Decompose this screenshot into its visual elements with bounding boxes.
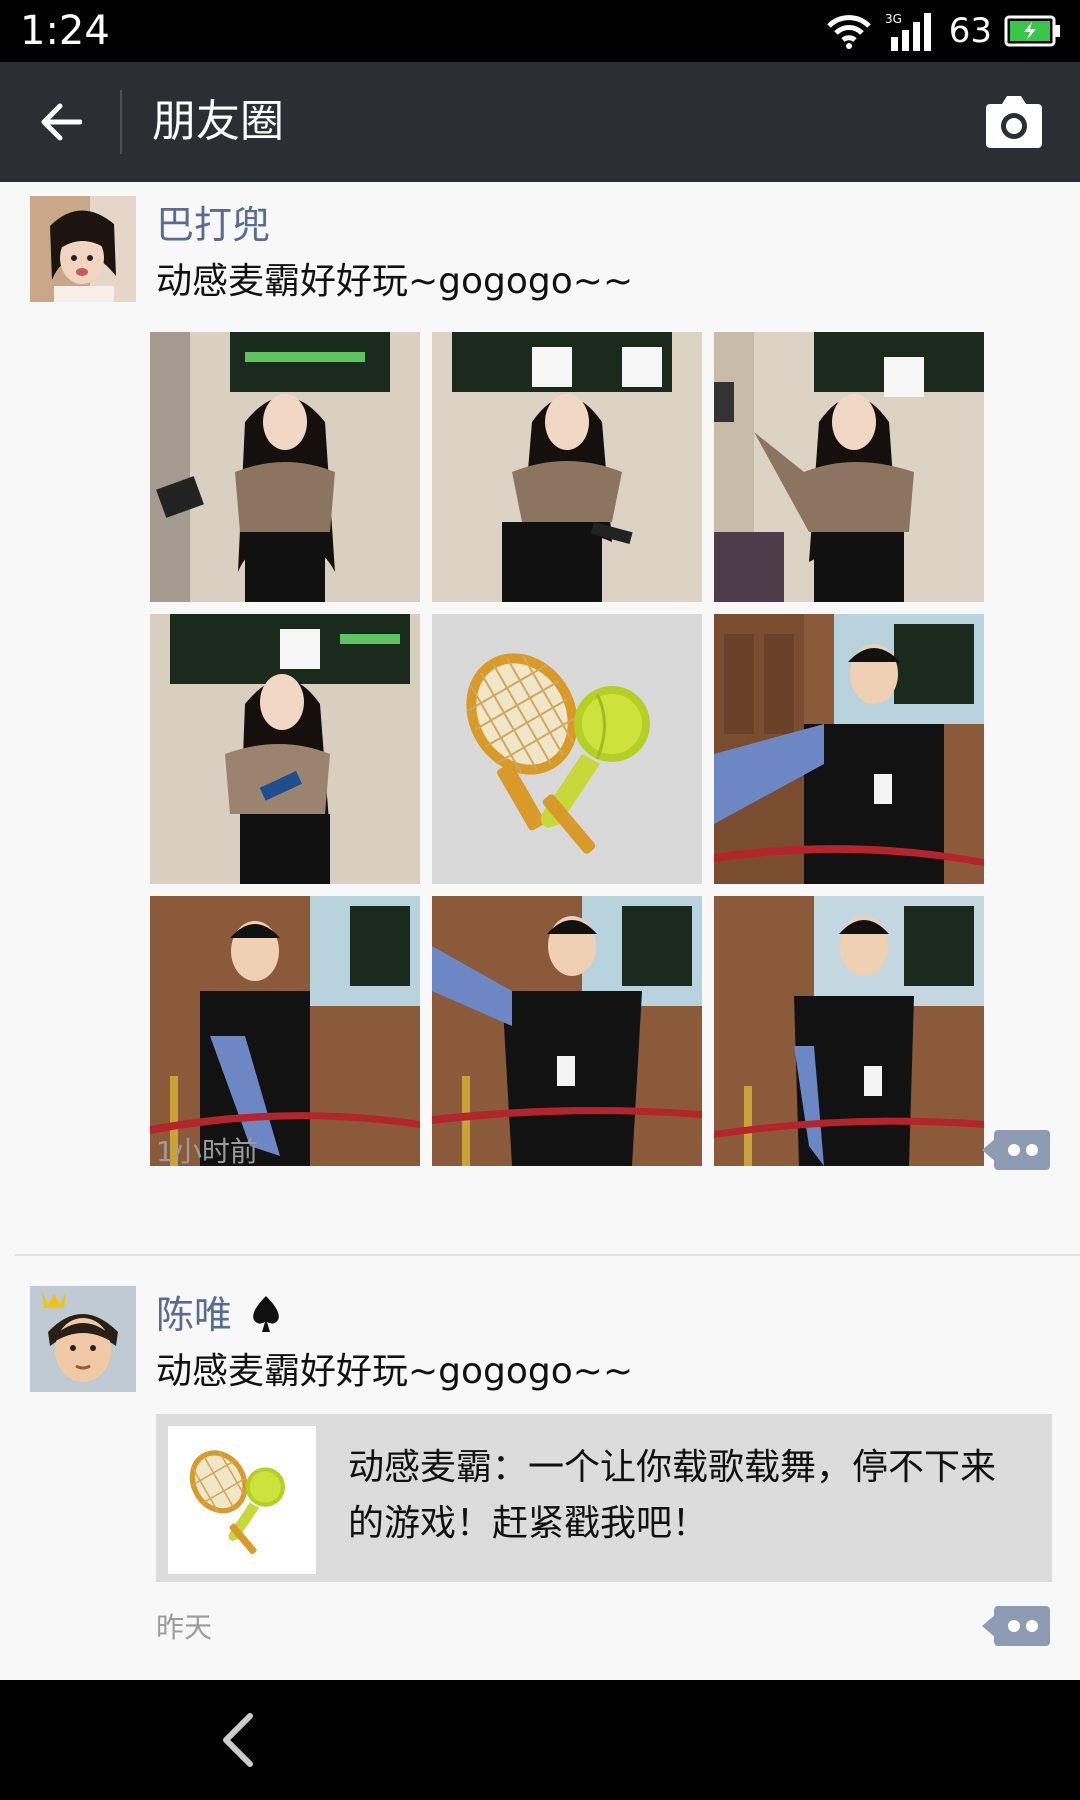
photo-grid [150, 332, 984, 1166]
camera-icon [986, 96, 1042, 148]
avatar[interactable] [30, 196, 136, 302]
status-icons: 3G 63 [825, 8, 1062, 54]
post-item: 巴打兜 动感麦霸好好玩~gogogo~~ 1小时前 [0, 182, 1080, 1272]
photo-thumbnail[interactable] [432, 332, 702, 602]
photo-thumbnail[interactable] [150, 896, 420, 1166]
racket-microphone-icon [189, 1450, 286, 1555]
post-author-name-text: 陈唯 [156, 1293, 233, 1337]
shared-link-card[interactable]: 动感麦霸：一个让你载歌载舞，停不下来的游戏！赶紧戳我吧！ [156, 1414, 1052, 1582]
post-timestamp: 昨天 [156, 1611, 213, 1644]
wifi-icon [826, 15, 871, 49]
post-item: 陈唯 动感麦霸好好玩~gogogo~~ 动感麦霸：一个让你载歌载舞，停不下来的游… [0, 1272, 1080, 1680]
battery-icon [1004, 15, 1060, 47]
shared-link-thumbnail [168, 1426, 316, 1574]
post-text: 动感麦霸好好玩~gogogo~~ [156, 261, 634, 302]
system-nav-bar [0, 1680, 1080, 1800]
signal-icon: 3G [885, 12, 931, 51]
racket-microphone-icon [432, 614, 702, 884]
photo-thumbnail[interactable] [150, 614, 420, 884]
post-author-name[interactable]: 陈唯 [156, 1290, 284, 1340]
battery-level: 63 [948, 11, 992, 51]
spade-icon [253, 1296, 279, 1332]
back-button[interactable] [28, 92, 92, 152]
photo-thumbnail[interactable] [714, 896, 984, 1166]
nav-divider [120, 90, 122, 154]
post-text: 动感麦霸好好玩~gogogo~~ [156, 1351, 634, 1392]
nav-back-icon [223, 1713, 253, 1767]
comment-button[interactable] [982, 1606, 1050, 1646]
photo-thumbnail[interactable] [150, 332, 420, 602]
photo-thumbnail[interactable] [432, 896, 702, 1166]
back-arrow-icon [41, 103, 82, 141]
post-timestamp: 1小时前 [156, 1135, 258, 1168]
comment-button[interactable] [982, 1130, 1050, 1170]
status-time: 1:24 [20, 8, 110, 54]
post-author-name[interactable]: 巴打兜 [156, 200, 270, 250]
shared-link-text: 动感麦霸：一个让你载歌载舞，停不下来的游戏！赶紧戳我吧！ [348, 1447, 997, 1544]
game-logo-thumbnail[interactable] [432, 614, 702, 884]
photo-thumbnail[interactable] [714, 332, 984, 602]
network-type-label: 3G [885, 12, 902, 26]
system-back-button[interactable] [210, 1710, 270, 1770]
status-bar: 1:24 3G 63 [0, 0, 1080, 62]
avatar[interactable] [30, 1286, 136, 1392]
page-title: 朋友圈 [152, 96, 284, 147]
post-divider [14, 1254, 1080, 1256]
camera-button[interactable] [982, 88, 1046, 156]
photo-thumbnail[interactable] [714, 614, 984, 884]
moments-feed[interactable]: 巴打兜 动感麦霸好好玩~gogogo~~ 1小时前 陈唯 动感麦霸好好玩~gog… [0, 182, 1080, 1680]
top-nav-bar: 朋友圈 [0, 62, 1080, 182]
